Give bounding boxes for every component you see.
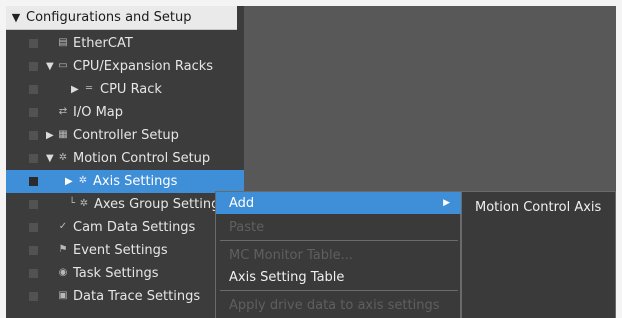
axis-settings-icon: ✲ [78,175,88,186]
tree-item-label: CPU/Expansion Racks [73,59,214,74]
axes-group-icon: ✲ [79,198,89,209]
menu-item-paste[interactable]: Paste [216,216,462,238]
collapse-arrow-icon[interactable]: ▼ [6,11,26,24]
project-tree: ▼ Configurations and Setup ▤ EtherCAT ▼ … [6,6,244,318]
expand-arrow-icon[interactable]: ▶ [46,130,54,141]
data-trace-icon: ▣ [58,290,68,301]
expand-arrow-icon[interactable]: ▶ [65,176,73,187]
status-indicator [29,177,38,186]
tree-item-cpu-rack[interactable]: ▶ ═ CPU Rack [6,78,244,101]
tree-item-axes-group-settings[interactable]: └ ✲ Axes Group Settings [6,193,244,216]
tree-header-label: Configurations and Setup [26,10,192,25]
menu-item-label: MC Monitor Table... [229,247,353,263]
menu-item-add[interactable]: Add ▶ [216,192,462,214]
status-indicator [29,269,38,278]
menu-item-label: Paste [229,219,265,235]
tree-item-event-settings[interactable]: ⚑ Event Settings [6,239,244,262]
status-indicator [29,108,38,117]
submenu-arrow-icon: ▶ [443,198,450,208]
collapse-arrow-icon[interactable]: ▼ [46,153,54,164]
cpu-racks-icon: ▭ [58,60,68,71]
menu-item-motion-control-axis[interactable]: Motion Control Axis [462,196,615,218]
menu-item-label: Apply drive data to axis settings [229,297,440,313]
status-indicator [29,292,38,301]
status-indicator [29,62,38,71]
status-indicator [29,131,38,140]
tree-item-label: Cam Data Settings [73,220,196,235]
status-indicator [29,154,38,163]
tree-item-io-map[interactable]: ⇄ I/O Map [6,101,244,124]
status-indicator [29,246,38,255]
tree-section-header[interactable]: ▼ Configurations and Setup [6,6,237,30]
motion-control-icon: ✲ [58,152,68,163]
tree-item-label: Axes Group Settings [94,197,227,212]
io-map-icon: ⇄ [58,106,68,117]
menu-separator [220,240,458,241]
tree-item-data-trace-settings[interactable]: ▣ Data Trace Settings [6,285,244,308]
tree-item-label: Controller Setup [73,128,179,143]
tree-item-label: Data Trace Settings [73,289,201,304]
event-settings-icon: ⚑ [58,244,68,255]
tree-item-label: Event Settings [73,243,168,258]
menu-item-label: Add [229,195,255,211]
tree-item-ethercat[interactable]: ▤ EtherCAT [6,32,244,55]
menu-item-apply-drive-data[interactable]: Apply drive data to axis settings [216,294,462,316]
cam-data-icon: ✓ [58,221,68,232]
status-indicator [29,39,38,48]
tree-item-label: Motion Control Setup [73,151,211,166]
menu-item-label: Motion Control Axis [475,199,602,215]
cpu-rack-icon: ═ [85,83,93,94]
menu-item-label: Axis Setting Table [229,269,345,285]
tree-item-label: Axis Settings [93,174,178,189]
menu-item-mc-monitor-table[interactable]: MC Monitor Table... [216,244,462,266]
tree-item-motion-control-setup[interactable]: ▼ ✲ Motion Control Setup [6,147,244,170]
expand-arrow-icon[interactable]: ▶ [71,84,79,95]
status-indicator [29,200,38,209]
status-indicator [29,85,38,94]
context-menu: Add ▶ Paste MC Monitor Table... Axis Set… [215,191,462,318]
tree-item-task-settings[interactable]: ◉ Task Settings [6,262,244,285]
tree-item-cam-data-settings[interactable]: ✓ Cam Data Settings [6,216,244,239]
tree-item-label: EtherCAT [73,36,133,51]
tree-item-label: Task Settings [73,266,159,281]
add-submenu: Motion Control Axis [461,191,616,318]
tree-item-label: I/O Map [73,105,124,120]
controller-setup-icon: ▦ [58,129,68,140]
collapse-arrow-icon[interactable]: ▼ [46,61,54,72]
menu-item-axis-setting-table[interactable]: Axis Setting Table [216,266,462,288]
app-window: ▼ Configurations and Setup ▤ EtherCAT ▼ … [6,6,616,318]
ethercat-icon: ▤ [58,37,68,48]
tree-item-cpu-expansion-racks[interactable]: ▼ ▭ CPU/Expansion Racks [6,55,244,78]
status-indicator [29,223,38,232]
task-settings-icon: ◉ [58,267,68,278]
menu-separator [220,290,458,291]
tree-item-controller-setup[interactable]: ▶ ▦ Controller Setup [6,124,244,147]
tree-item-axis-settings[interactable]: ▶ ✲ Axis Settings [6,170,244,193]
tree-branch-icon: └ [68,198,76,209]
tree-item-label: CPU Rack [100,82,162,97]
